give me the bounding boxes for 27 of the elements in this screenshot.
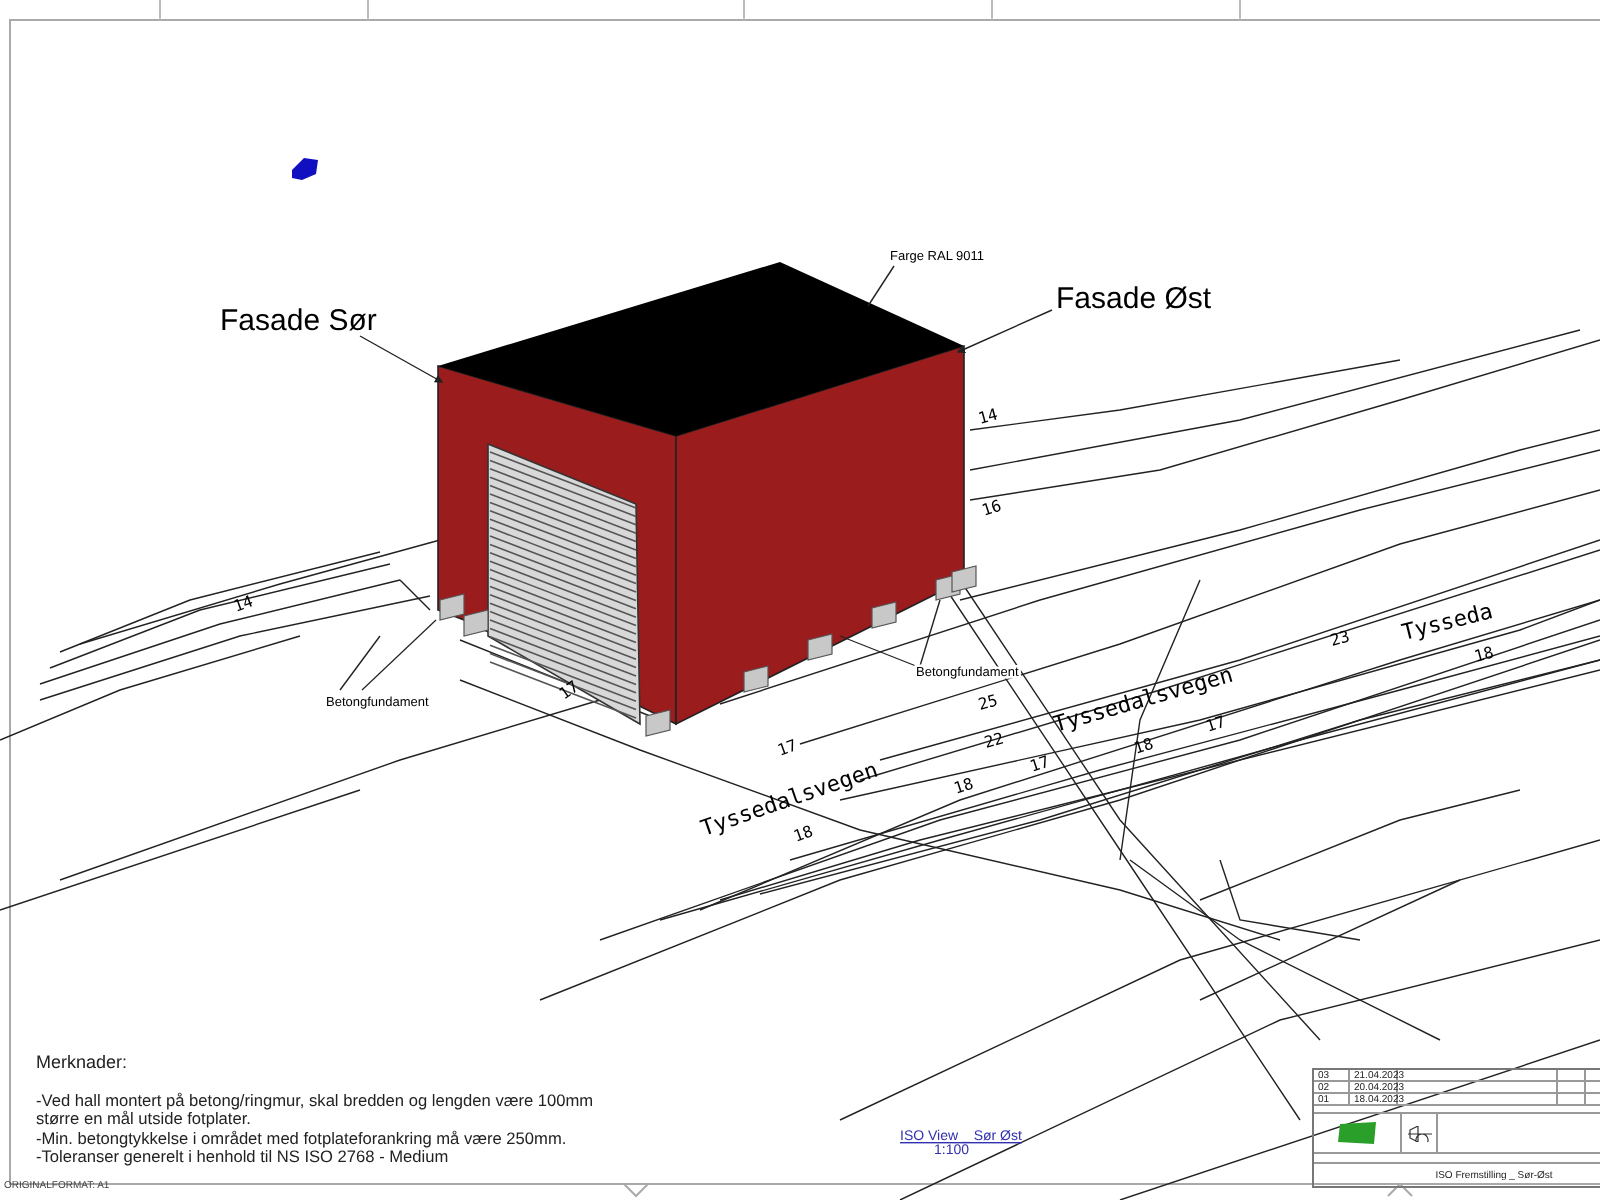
map-label: 22 bbox=[982, 729, 1006, 752]
map-label: 18 bbox=[951, 774, 976, 798]
facade-label: Fasade Sør bbox=[220, 304, 377, 338]
leader-line bbox=[839, 635, 917, 667]
map-label: 18 bbox=[1131, 734, 1156, 758]
map-label: 17 bbox=[1027, 752, 1052, 776]
map-label: 17 bbox=[555, 677, 583, 704]
facade-label: Fasade Øst bbox=[1056, 282, 1212, 316]
map-label: 17 bbox=[775, 736, 800, 760]
map-label: 14 bbox=[976, 405, 1000, 428]
leader-line bbox=[867, 265, 895, 307]
leader-line bbox=[956, 309, 1053, 353]
map-label: Tysseda bbox=[1399, 598, 1496, 646]
leader-line bbox=[359, 335, 444, 383]
leader-line bbox=[361, 619, 437, 691]
map-label: 14 bbox=[231, 592, 256, 616]
map-label: 16 bbox=[979, 496, 1004, 520]
map-label: 23 bbox=[1328, 627, 1352, 650]
note-text: -Ved hall montert på betong/ringmur, skal bredden og lengden være 100mm større en mål utside fotplater. bbox=[36, 1091, 594, 1130]
notes-heading: Merknader: bbox=[36, 1054, 130, 1074]
note-text: -Min. betongtykkelse i området med fotplateforankring må være 250mm. bbox=[36, 1129, 569, 1149]
map-label: 25 bbox=[976, 691, 1000, 714]
projection-symbol-icon bbox=[1407, 1125, 1431, 1141]
map-label: 18 bbox=[1472, 643, 1496, 666]
logo-icon bbox=[1337, 1122, 1377, 1144]
small-block-icon bbox=[292, 158, 318, 180]
note-text: -Toleranser generelt i henhold til NS ISO 2768 - Medium bbox=[36, 1148, 451, 1168]
